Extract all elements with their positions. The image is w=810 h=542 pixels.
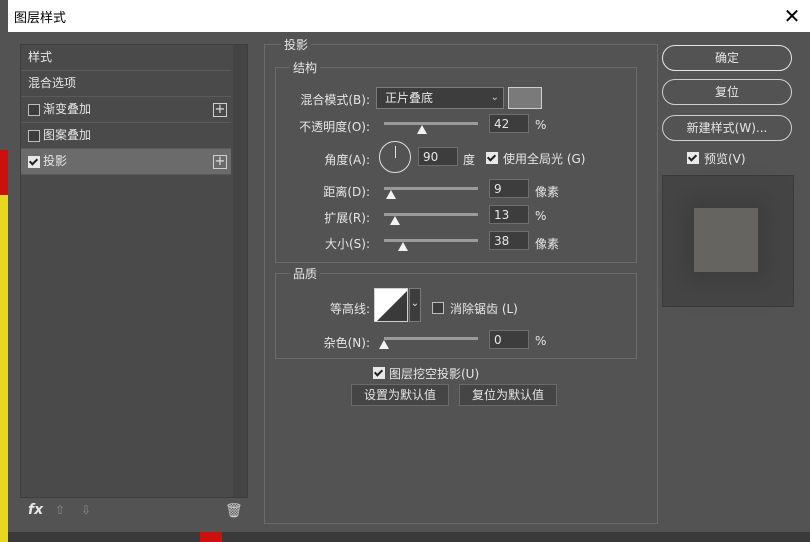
distance-input[interactable]: 9 bbox=[489, 179, 529, 198]
drop-shadow-panel: 投影 结构 混合模式(B): 正片叠底 ⌄ 不透明度(O): 42 % 角度(A… bbox=[264, 36, 658, 524]
noise-input[interactable]: 0 bbox=[489, 330, 529, 349]
style-list-label: 渐变叠加 bbox=[43, 102, 92, 116]
opacity-slider-thumb[interactable] bbox=[417, 125, 427, 134]
move-down-icon[interactable]: ⇩ bbox=[81, 503, 91, 517]
opacity-slider-track[interactable] bbox=[384, 122, 478, 125]
trash-icon[interactable]: 🗑 bbox=[225, 503, 243, 519]
style-list-item-blending-options[interactable]: 混合选项 bbox=[21, 71, 231, 97]
gradient-overlay-checkbox[interactable] bbox=[28, 104, 40, 116]
angle-dial-needle bbox=[395, 146, 396, 158]
contour-preview[interactable] bbox=[374, 288, 408, 322]
quality-title: 品质 bbox=[290, 265, 321, 282]
spread-unit: % bbox=[535, 209, 547, 223]
anti-alias-label: 消除锯齿 (L) bbox=[450, 302, 518, 316]
move-up-icon[interactable]: ⇧ bbox=[55, 503, 65, 517]
distance-slider-track[interactable] bbox=[384, 187, 478, 190]
style-list-item-pattern-overlay[interactable]: 图案叠加 bbox=[21, 123, 231, 149]
preview-checkbox[interactable] bbox=[687, 152, 699, 164]
contour-curve-icon bbox=[377, 291, 407, 321]
preview-square bbox=[694, 208, 758, 272]
drop-shadow-checkbox[interactable] bbox=[28, 156, 40, 168]
background-bottom-strip bbox=[8, 532, 810, 542]
layer-knockout-label: 图层挖空投影(U) bbox=[389, 367, 480, 381]
fx-icon[interactable]: fx bbox=[28, 502, 43, 518]
opacity-unit: % bbox=[535, 118, 547, 132]
noise-slider-thumb[interactable] bbox=[379, 340, 389, 349]
distance-label: 距离(D): bbox=[323, 185, 370, 199]
add-gradient-overlay-plus-icon[interactable]: + bbox=[213, 103, 227, 117]
preview-label: 预览(V) bbox=[704, 152, 746, 166]
set-default-button[interactable]: 设置为默认值 bbox=[351, 384, 449, 406]
background-yellow-strip bbox=[0, 195, 8, 542]
angle-label: 角度(A): bbox=[324, 153, 370, 167]
new-style-button[interactable]: 新建样式(W)... bbox=[662, 115, 792, 141]
add-drop-shadow-plus-icon[interactable]: + bbox=[213, 155, 227, 169]
style-list-panel: 样式 混合选项 渐变叠加 + 图案叠加 投影 + bbox=[20, 44, 248, 498]
quality-group: 品质 等高线: ⌄ 消除锯齿 (L) 杂色(N): 0 % bbox=[275, 265, 637, 359]
distance-slider-thumb[interactable] bbox=[386, 190, 396, 199]
style-list-item-gradient-overlay[interactable]: 渐变叠加 + bbox=[21, 97, 231, 123]
shadow-color-swatch[interactable] bbox=[508, 87, 542, 109]
title-bar: 图层样式 ✕ bbox=[8, 0, 810, 32]
style-list-label: 混合选项 bbox=[28, 76, 77, 90]
style-list-item-styles[interactable]: 样式 bbox=[21, 45, 231, 71]
noise-slider-track[interactable] bbox=[384, 337, 478, 340]
size-label: 大小(S): bbox=[324, 237, 370, 251]
style-list-label: 样式 bbox=[28, 50, 53, 64]
style-list-scrollbar[interactable] bbox=[233, 45, 247, 497]
contour-dropdown[interactable]: ⌄ bbox=[409, 288, 421, 322]
spread-input[interactable]: 13 bbox=[489, 205, 529, 224]
use-global-light-checkbox[interactable] bbox=[486, 152, 498, 164]
angle-input[interactable]: 90 bbox=[418, 147, 458, 166]
angle-unit: 度 bbox=[463, 153, 476, 167]
layer-style-dialog: 图层样式 ✕ 样式 混合选项 渐变叠加 + 图案叠加 投影 + fx ⇧ ⇩ 🗑… bbox=[8, 0, 810, 532]
window-title: 图层样式 bbox=[14, 11, 67, 26]
opacity-label: 不透明度(O): bbox=[299, 120, 370, 134]
distance-unit: 像素 bbox=[535, 185, 560, 199]
size-slider-thumb[interactable] bbox=[398, 242, 408, 251]
structure-title: 结构 bbox=[290, 59, 321, 76]
reset-button[interactable]: 复位 bbox=[662, 79, 792, 105]
size-input[interactable]: 38 bbox=[489, 231, 529, 250]
style-list-label: 图案叠加 bbox=[43, 128, 92, 142]
chevron-down-icon: ⌄ bbox=[490, 92, 499, 103]
preview-area bbox=[662, 175, 794, 307]
style-list-item-drop-shadow[interactable]: 投影 + bbox=[21, 149, 231, 175]
close-icon[interactable]: ✕ bbox=[778, 2, 806, 30]
use-global-light-label: 使用全局光 (G) bbox=[503, 152, 586, 166]
noise-unit: % bbox=[535, 334, 547, 348]
noise-label: 杂色(N): bbox=[323, 336, 370, 350]
background-red-strip bbox=[0, 150, 8, 195]
pattern-overlay-checkbox[interactable] bbox=[28, 130, 40, 142]
ok-button[interactable]: 确定 bbox=[662, 45, 792, 71]
opacity-input[interactable]: 42 bbox=[489, 114, 529, 133]
reset-default-button[interactable]: 复位为默认值 bbox=[459, 384, 557, 406]
blend-mode-label: 混合模式(B): bbox=[300, 93, 370, 107]
background-red-block bbox=[200, 532, 222, 542]
drop-shadow-title: 投影 bbox=[281, 36, 312, 53]
anti-alias-checkbox[interactable] bbox=[432, 302, 444, 314]
style-list-label: 投影 bbox=[43, 154, 68, 168]
spread-slider-thumb[interactable] bbox=[390, 216, 400, 225]
layer-knockout-checkbox[interactable] bbox=[373, 367, 385, 379]
contour-label: 等高线: bbox=[329, 302, 370, 316]
blend-mode-value: 正片叠底 bbox=[385, 91, 434, 105]
size-unit: 像素 bbox=[535, 237, 560, 251]
angle-dial[interactable] bbox=[379, 141, 411, 173]
blend-mode-select[interactable]: 正片叠底 ⌄ bbox=[376, 87, 504, 109]
spread-label: 扩展(R): bbox=[324, 211, 370, 225]
structure-group: 结构 混合模式(B): 正片叠底 ⌄ 不透明度(O): 42 % 角度(A): … bbox=[275, 59, 637, 263]
